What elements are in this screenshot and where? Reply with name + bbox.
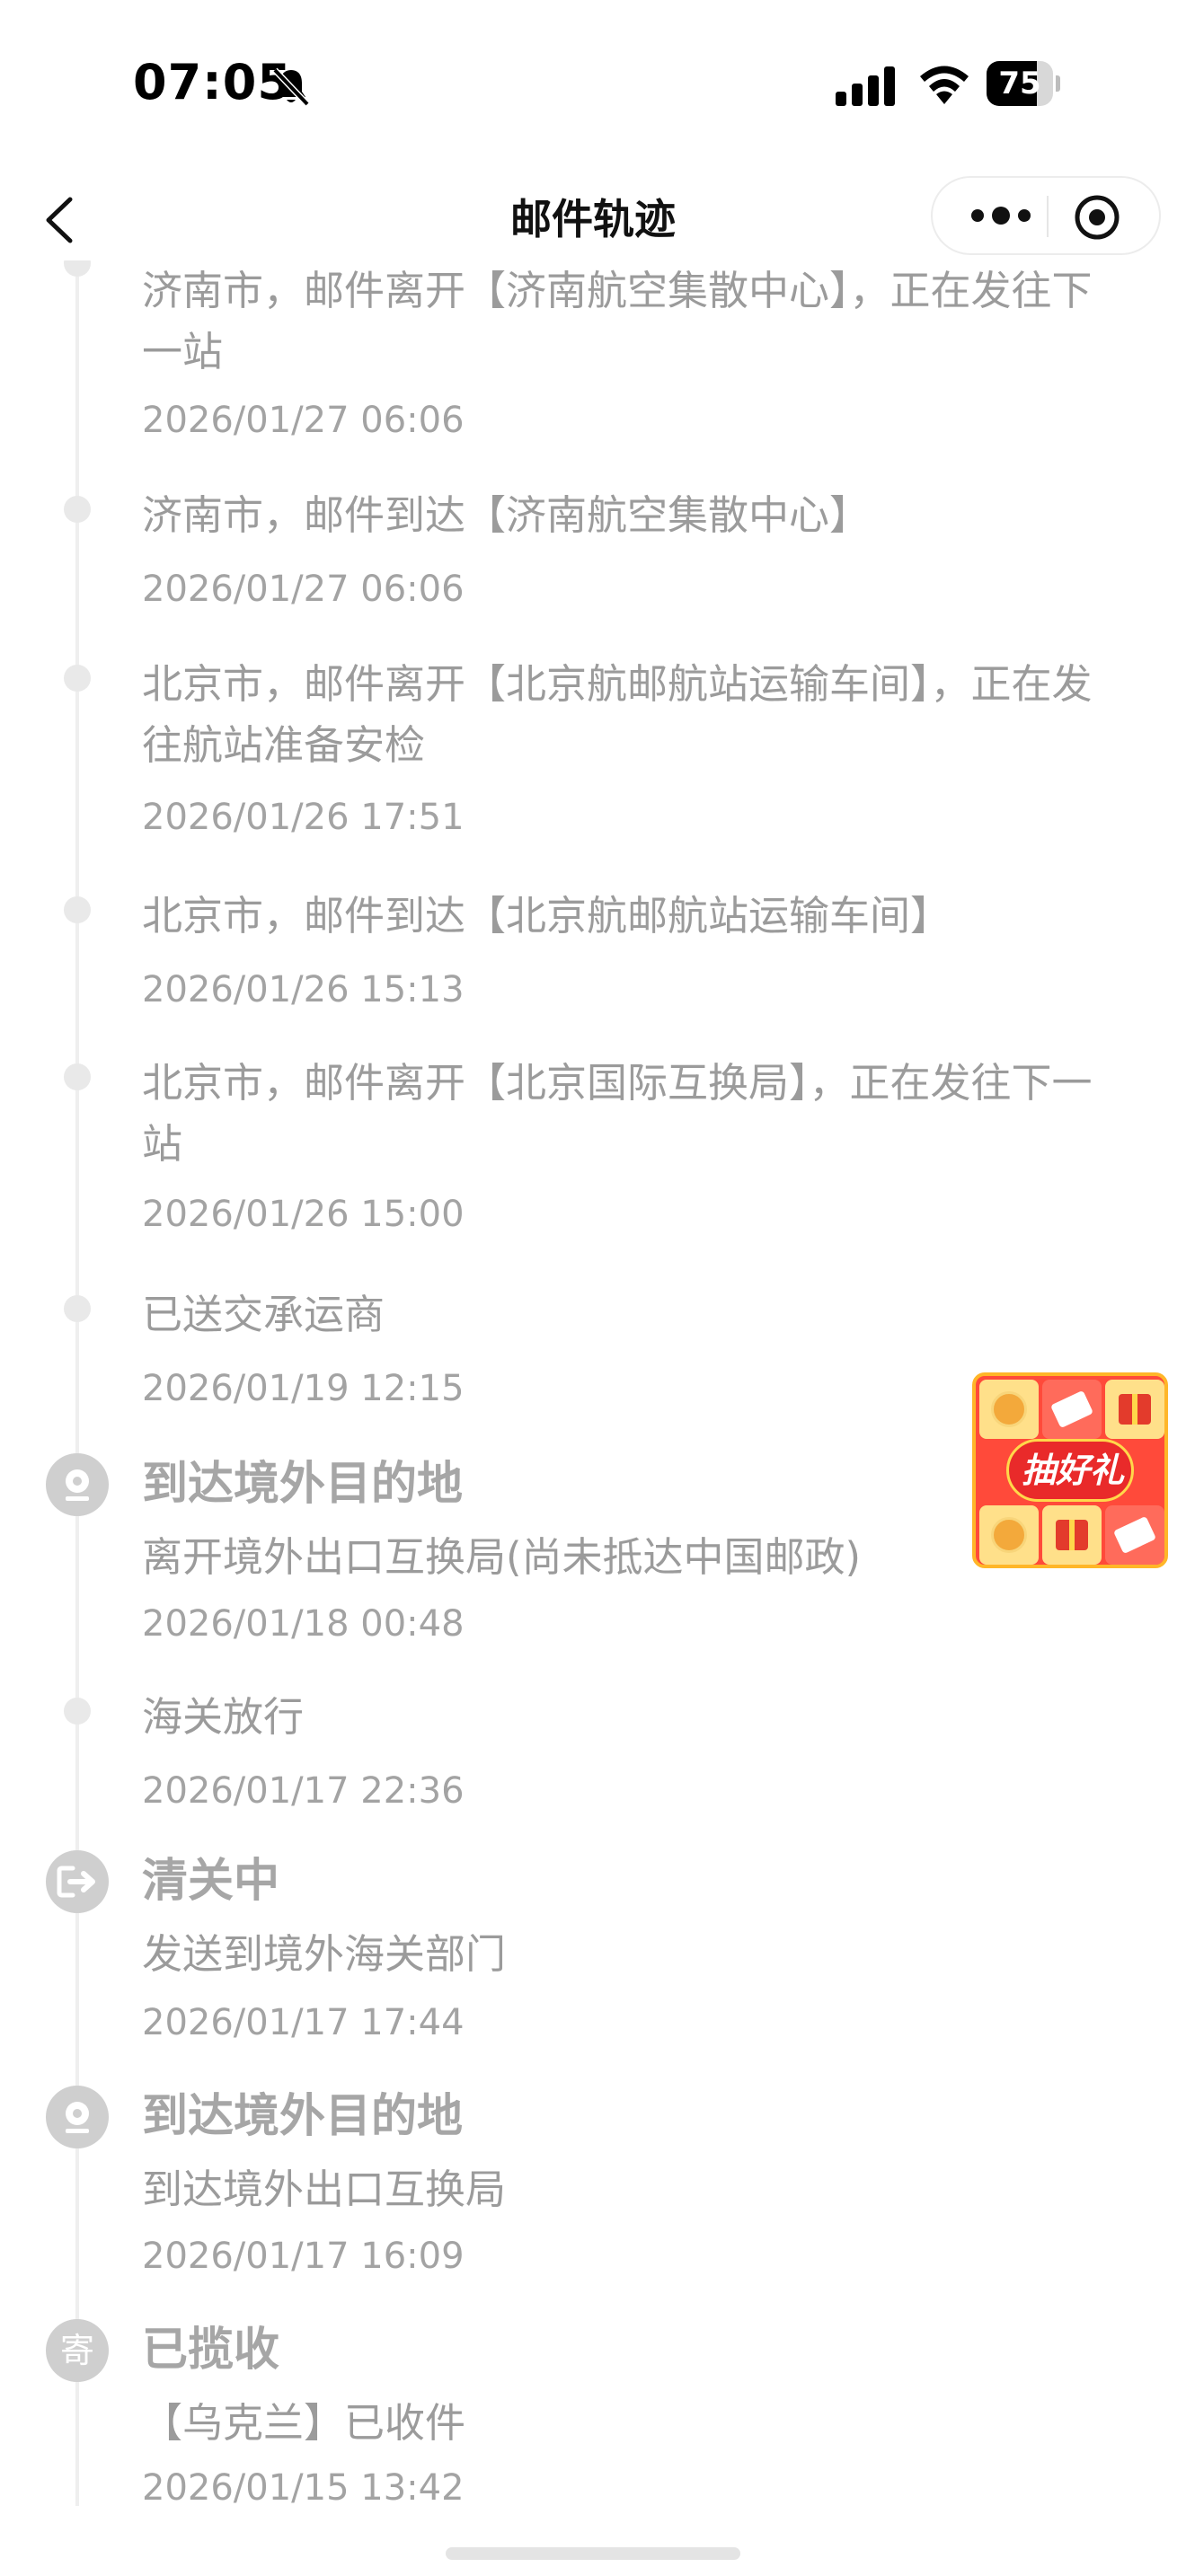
- timeline-time: 2026/01/15 13:42: [142, 2467, 465, 2509]
- battery-percent: 75: [998, 66, 1041, 101]
- timeline-text: 北京市，邮件离开【北京航邮航站运输车间】，正在发往航站准备安检: [142, 660, 1093, 769]
- timeline-time: 2026/01/18 00:48: [142, 1603, 465, 1645]
- timeline-dot: [64, 260, 91, 277]
- badge-label: 抽好礼: [1021, 1451, 1124, 1490]
- coin-icon: [991, 1517, 1027, 1553]
- timeline-time: 2026/01/26 17:51: [142, 797, 465, 838]
- timeline-text: 济南市，邮件到达【济南航空集散中心】: [142, 491, 871, 539]
- timeline-dot: [64, 496, 91, 523]
- location-pin-icon: [46, 1453, 109, 1516]
- timeline-text: 【乌克兰】已收件: [142, 2399, 466, 2447]
- coin-icon: [991, 1391, 1027, 1427]
- timeline-dot: [64, 1295, 91, 1322]
- back-arrow-icon[interactable]: [36, 189, 90, 251]
- timeline-text: 北京市，邮件离开【北京国际互换局】，正在发往下一站: [142, 1059, 1093, 1168]
- mini-program-capsule: [931, 176, 1161, 255]
- timeline-time: 2026/01/17 16:09: [142, 2236, 465, 2277]
- timeline-time: 2026/01/17 17:44: [142, 2002, 465, 2043]
- wifi-icon: [920, 66, 969, 104]
- badge-cell: [1105, 1505, 1164, 1565]
- timeline-status: 到达境外目的地: [142, 1458, 464, 1511]
- cellular-signal-icon: [836, 66, 895, 106]
- mini-program-close-icon[interactable]: [1073, 193, 1121, 242]
- timeline-text: 济南市，邮件离开【济南航空集散中心】，正在发往下一站: [142, 267, 1093, 375]
- mail-send-char: 寄: [59, 2331, 94, 2370]
- timeline-time: 2026/01/27 06:06: [142, 569, 465, 610]
- timeline-time: 2026/01/26 15:13: [142, 969, 465, 1010]
- timeline-line: [75, 260, 79, 2506]
- more-dots-icon[interactable]: [965, 198, 1037, 234]
- battery-icon: 75: [987, 61, 1060, 106]
- envelope-icon: [1049, 1389, 1094, 1429]
- timeline-text: 北京市，邮件到达【北京航邮航站运输车间】: [142, 892, 951, 940]
- timeline-status: 到达境外目的地: [142, 2090, 464, 2143]
- mail-send-icon: 寄: [46, 2319, 109, 2382]
- lucky-draw-badge[interactable]: 抽好礼: [972, 1372, 1168, 1568]
- page-title: 邮件轨迹: [510, 195, 676, 243]
- timeline-dot: [64, 896, 91, 923]
- gift-icon: [1056, 1520, 1088, 1550]
- timeline-dot: [64, 665, 91, 692]
- timeline-status: 清关中: [142, 1855, 280, 1908]
- capsule-divider: [1047, 196, 1049, 237]
- envelope-icon: [1112, 1515, 1157, 1555]
- timeline-time: 2026/01/26 15:00: [142, 1194, 465, 1235]
- timeline-time: 2026/01/19 12:15: [142, 1368, 465, 1409]
- badge-cell: [1042, 1380, 1102, 1439]
- badge-cell: [979, 1505, 1039, 1565]
- timeline-dot: [64, 1063, 91, 1090]
- gift-icon: [1119, 1394, 1151, 1425]
- customs-exit-icon: [46, 1850, 109, 1913]
- bell-muted-icon: [272, 67, 310, 107]
- badge-cell: [979, 1380, 1039, 1439]
- timeline-text: 发送到境外海关部门: [142, 1930, 507, 1978]
- status-bar: 07:05 75: [0, 0, 1186, 171]
- timeline-dot: [64, 1698, 91, 1725]
- timeline-status: 已揽收: [142, 2324, 280, 2377]
- timeline-text: 海关放行: [142, 1693, 305, 1741]
- timeline-text: 到达境外出口互换局: [142, 2166, 507, 2213]
- status-time: 07:05: [133, 54, 292, 110]
- nav-bar: 邮件轨迹: [0, 171, 1186, 269]
- home-indicator: [446, 2547, 740, 2560]
- location-pin-icon: [46, 2086, 109, 2148]
- badge-center: 抽好礼: [1006, 1439, 1134, 1502]
- timeline-time: 2026/01/27 06:06: [142, 400, 465, 441]
- badge-cell: [1105, 1380, 1164, 1439]
- timeline-text: 已送交承运商: [142, 1291, 385, 1338]
- badge-cell: [1042, 1505, 1102, 1565]
- timeline-time: 2026/01/17 22:36: [142, 1770, 465, 1812]
